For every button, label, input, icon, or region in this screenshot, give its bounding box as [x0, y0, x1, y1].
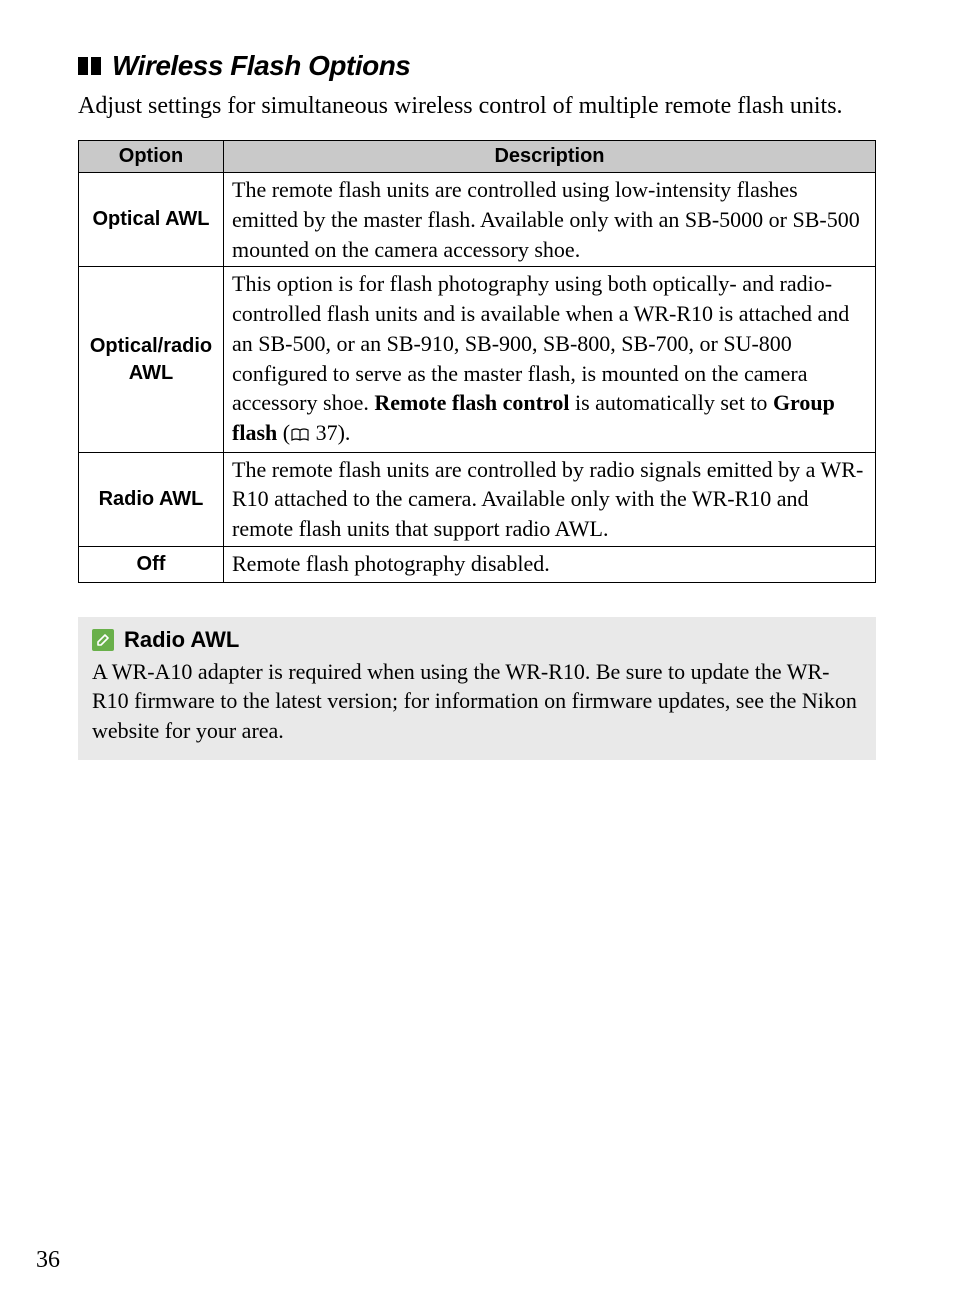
option-cell: Optical AWL	[79, 173, 224, 267]
heading-text: Wireless Flash Options	[112, 50, 410, 82]
page-ref-number: 37	[316, 420, 338, 445]
table-row: Optical/radio AWL This option is for fla…	[79, 267, 876, 452]
note-title-row: Radio AWL	[92, 627, 862, 653]
option-cell: Off	[79, 546, 224, 582]
option-cell: Radio AWL	[79, 452, 224, 546]
description-cell: Remote flash photography disabled.	[224, 546, 876, 582]
intro-paragraph: Adjust settings for simultaneous wireles…	[78, 90, 876, 122]
description-cell: The remote flash units are controlled by…	[224, 452, 876, 546]
table-row: Off Remote flash photography disabled.	[79, 546, 876, 582]
heading-marker-icon	[78, 57, 104, 75]
desc-text: (	[277, 420, 290, 445]
th-description: Description	[224, 141, 876, 173]
pencil-icon	[92, 629, 114, 651]
option-cell: Optical/radio AWL	[79, 267, 224, 452]
note-box: Radio AWL A WR-A10 adapter is required w…	[78, 617, 876, 760]
description-cell: This option is for flash photography usi…	[224, 267, 876, 452]
table-row: Optical AWL The remote flash units are c…	[79, 173, 876, 267]
desc-text: ).	[338, 420, 351, 445]
description-cell: The remote flash units are controlled us…	[224, 173, 876, 267]
desc-text: is automatically set to	[569, 390, 772, 415]
book-icon	[290, 420, 310, 450]
th-option: Option	[79, 141, 224, 173]
table-row: Radio AWL The remote flash units are con…	[79, 452, 876, 546]
desc-bold: Remote flash control	[374, 390, 569, 415]
note-body: A WR-A10 adapter is required when using …	[92, 657, 862, 746]
section-heading: Wireless Flash Options	[78, 50, 876, 82]
page-number: 36	[36, 1247, 60, 1274]
options-table: Option Description Optical AWL The remot…	[78, 140, 876, 582]
note-title: Radio AWL	[124, 627, 239, 653]
